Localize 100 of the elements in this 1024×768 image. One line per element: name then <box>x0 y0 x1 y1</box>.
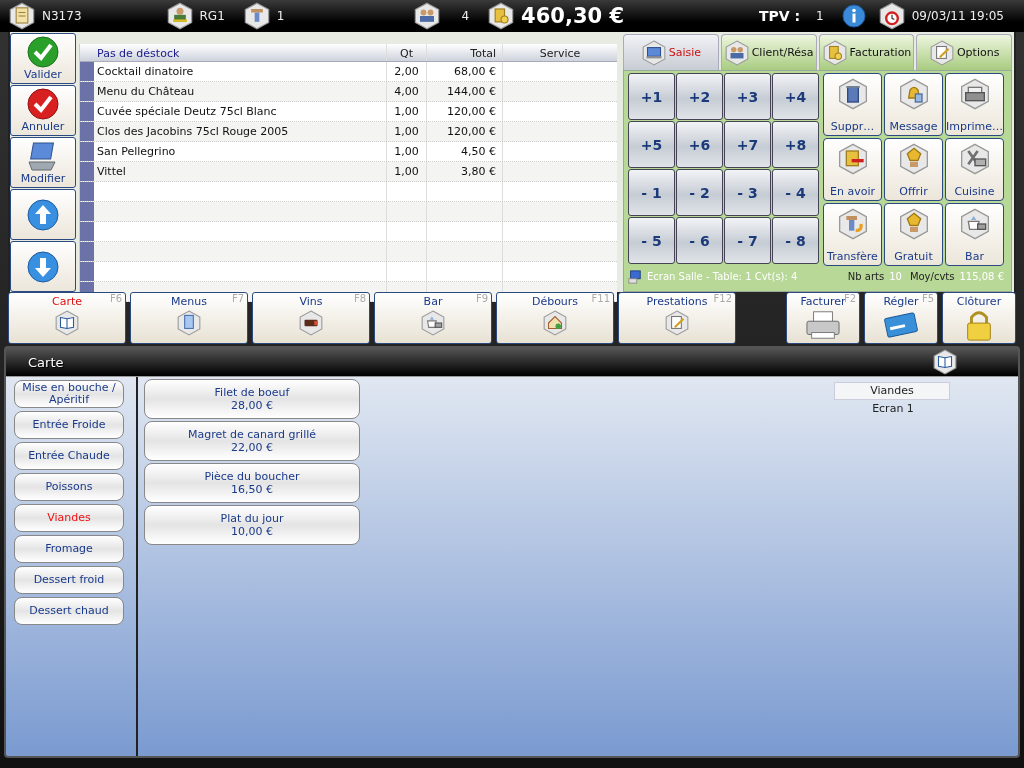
tool-button[interactable]: Transfère <box>823 203 882 266</box>
row-marker <box>80 162 94 181</box>
tool-button[interactable]: Message <box>884 73 943 136</box>
quantity-key[interactable]: - 2 <box>676 169 723 216</box>
tab[interactable]: Facturation <box>818 34 915 70</box>
items-label: Nb arts <box>847 271 885 282</box>
wine-icon <box>298 310 324 336</box>
ticket-number: N3173 <box>42 9 82 23</box>
coins-icon <box>487 2 516 30</box>
category-button[interactable]: Entrée Chaude <box>14 442 124 470</box>
table-cell: 2,00 <box>387 62 427 81</box>
tool-button[interactable]: En avoir <box>823 138 882 201</box>
table-cell: San Pellegrino <box>94 142 387 161</box>
table-cell: 120,00 € <box>427 122 503 141</box>
quantity-key[interactable]: +1 <box>628 73 675 120</box>
coins-icon <box>836 143 869 175</box>
scroll-down-button[interactable] <box>10 241 76 292</box>
services-tab[interactable]: Prestations F12 <box>618 292 736 344</box>
quantity-key[interactable]: - 3 <box>724 169 771 216</box>
pay-button[interactable]: Régler F5 <box>864 292 938 344</box>
debours-tab[interactable]: Débours F11 <box>496 292 614 344</box>
product-button[interactable]: Pièce du boucher 16,50 € <box>144 463 360 503</box>
product-button[interactable]: Plat du jour 10,00 € <box>144 505 360 545</box>
quantity-key[interactable]: - 7 <box>724 217 771 264</box>
table-icon <box>242 2 271 30</box>
invoice-button[interactable]: FacturerF2 <box>786 292 860 344</box>
category-button[interactable]: Dessert froid <box>14 566 124 594</box>
row-marker <box>80 82 94 101</box>
tool-button[interactable]: Imprime… <box>945 73 1004 136</box>
laptop-icon <box>27 140 59 172</box>
category-button[interactable]: Mise en bouche / Apéritif <box>14 380 124 408</box>
carte-tab[interactable]: Carte F6 <box>8 292 126 344</box>
tab[interactable]: Client/Résa <box>720 34 817 70</box>
tool-button[interactable]: Bar <box>945 203 1004 266</box>
scroll-up-button[interactable] <box>10 189 76 240</box>
table-cell: 1,00 <box>387 162 427 181</box>
product-button[interactable]: Magret de canard grillé 22,00 € <box>144 421 360 461</box>
bar-tab[interactable]: Bar F9 <box>374 292 492 344</box>
quantity-key[interactable]: - 8 <box>772 217 819 264</box>
shortcut-key: F11 <box>591 293 610 304</box>
shortcut-key: F9 <box>475 293 488 304</box>
checkmark-icon <box>27 36 59 68</box>
shortcut-key: F5 <box>921 293 934 304</box>
tpv-label: TPV : <box>758 8 801 24</box>
coins-icon <box>821 39 848 66</box>
table-number: 1 <box>276 9 285 23</box>
category-button[interactable]: Viandes <box>14 504 124 532</box>
row-marker <box>80 202 94 221</box>
waiter-icon <box>165 2 194 30</box>
row-marker <box>80 262 94 281</box>
quantity-key[interactable]: +4 <box>772 73 819 120</box>
quantity-key[interactable]: +3 <box>724 73 771 120</box>
quantity-key[interactable]: +7 <box>724 121 771 168</box>
tab[interactable]: Options <box>916 34 1012 70</box>
table-cell: 4,50 € <box>427 142 503 161</box>
category-button[interactable]: Fromage <box>14 535 124 563</box>
wines-tab[interactable]: Vins F8 <box>252 292 370 344</box>
tool-button[interactable]: Cuisine <box>945 138 1004 201</box>
monitor-icon <box>628 269 642 284</box>
quantity-key[interactable]: - 4 <box>772 169 819 216</box>
waiter-code: RG1 <box>199 9 225 23</box>
table-cell: Clos des Jacobins 75cl Rouge 2005 <box>94 122 387 141</box>
quantity-key[interactable]: +2 <box>676 73 723 120</box>
document-icon <box>664 310 690 336</box>
bell-icon <box>897 78 930 110</box>
house-icon <box>542 310 568 336</box>
clock-icon <box>877 2 906 30</box>
tool-button[interactable]: Suppr… <box>823 73 882 136</box>
tab[interactable]: Saisie <box>623 34 719 70</box>
shortcut-key: F12 <box>713 293 732 304</box>
items-count: 10 <box>889 271 902 282</box>
quantity-key[interactable]: +5 <box>628 121 675 168</box>
category-button[interactable]: Entrée Froide <box>14 411 124 439</box>
row-marker <box>80 102 94 121</box>
quantity-key[interactable]: - 6 <box>676 217 723 264</box>
category-label: Viandes <box>834 382 950 400</box>
row-marker <box>80 242 94 261</box>
table-cell: Cocktail dinatoire <box>94 62 387 81</box>
cup-icon <box>958 208 991 240</box>
people-icon <box>723 39 750 66</box>
table-icon <box>836 208 869 240</box>
quantity-key[interactable]: +8 <box>772 121 819 168</box>
cup-icon <box>420 310 446 336</box>
validate-button[interactable]: Valider <box>10 33 76 84</box>
category-button[interactable]: Poissons <box>14 473 124 501</box>
tool-button[interactable]: Gratuit <box>884 203 943 266</box>
menus-tab[interactable]: Menus F7 <box>130 292 248 344</box>
quantity-key[interactable]: - 5 <box>628 217 675 264</box>
tool-button[interactable]: Offrir <box>884 138 943 201</box>
edit-button[interactable]: Modifier <box>10 137 76 188</box>
shortcut-key: F8 <box>353 293 366 304</box>
quantity-key[interactable]: - 1 <box>628 169 675 216</box>
info-icon[interactable] <box>841 4 866 28</box>
category-button[interactable]: Dessert chaud <box>14 597 124 625</box>
cancel-button[interactable]: Annuler <box>10 85 76 136</box>
table-cell: 1,00 <box>387 122 427 141</box>
close-out-button[interactable]: Clôturer <box>942 292 1016 344</box>
product-button[interactable]: Filet de boeuf 28,00 € <box>144 379 360 419</box>
quantity-key[interactable]: +6 <box>676 121 723 168</box>
row-marker <box>80 222 94 241</box>
